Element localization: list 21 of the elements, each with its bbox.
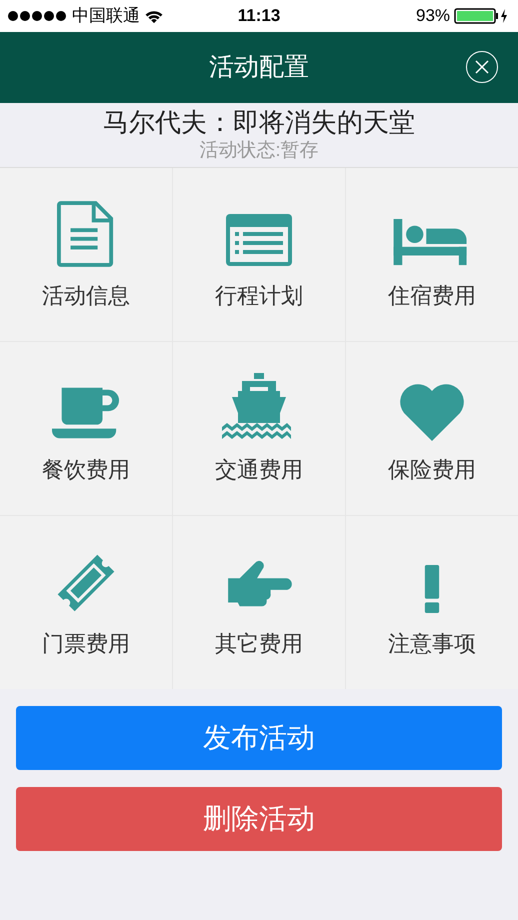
signal-icon bbox=[8, 11, 68, 21]
close-button[interactable] bbox=[466, 51, 498, 83]
page-title: 活动配置 bbox=[209, 52, 309, 83]
menu-tile[interactable]: 活动信息 bbox=[0, 168, 172, 341]
menu-tile[interactable]: 住宿费用 bbox=[346, 168, 518, 341]
publish-button[interactable]: 发布活动 bbox=[16, 706, 502, 770]
menu-tile[interactable]: 行程计划 bbox=[173, 168, 345, 341]
carrier-name: 中国联通 bbox=[72, 5, 140, 28]
wifi-icon bbox=[144, 8, 164, 24]
menu-tile[interactable]: 餐饮费用 bbox=[0, 342, 172, 515]
menu-tile[interactable]: 注意事项 bbox=[346, 516, 518, 689]
activity-status: 活动状态:暂存 bbox=[199, 139, 319, 163]
menu-tile[interactable]: 门票费用 bbox=[0, 516, 172, 689]
close-icon bbox=[475, 60, 489, 74]
menu-tile[interactable]: 交通费用 bbox=[173, 342, 345, 515]
activity-name: 马尔代夫：即将消失的天堂 bbox=[103, 106, 415, 138]
menu-tile[interactable]: 其它费用 bbox=[173, 516, 345, 689]
clock: 11:13 bbox=[238, 5, 280, 28]
battery-percent: 93% bbox=[416, 5, 450, 28]
delete-button[interactable]: 删除活动 bbox=[16, 787, 502, 851]
menu-tile[interactable]: 保险费用 bbox=[346, 342, 518, 515]
